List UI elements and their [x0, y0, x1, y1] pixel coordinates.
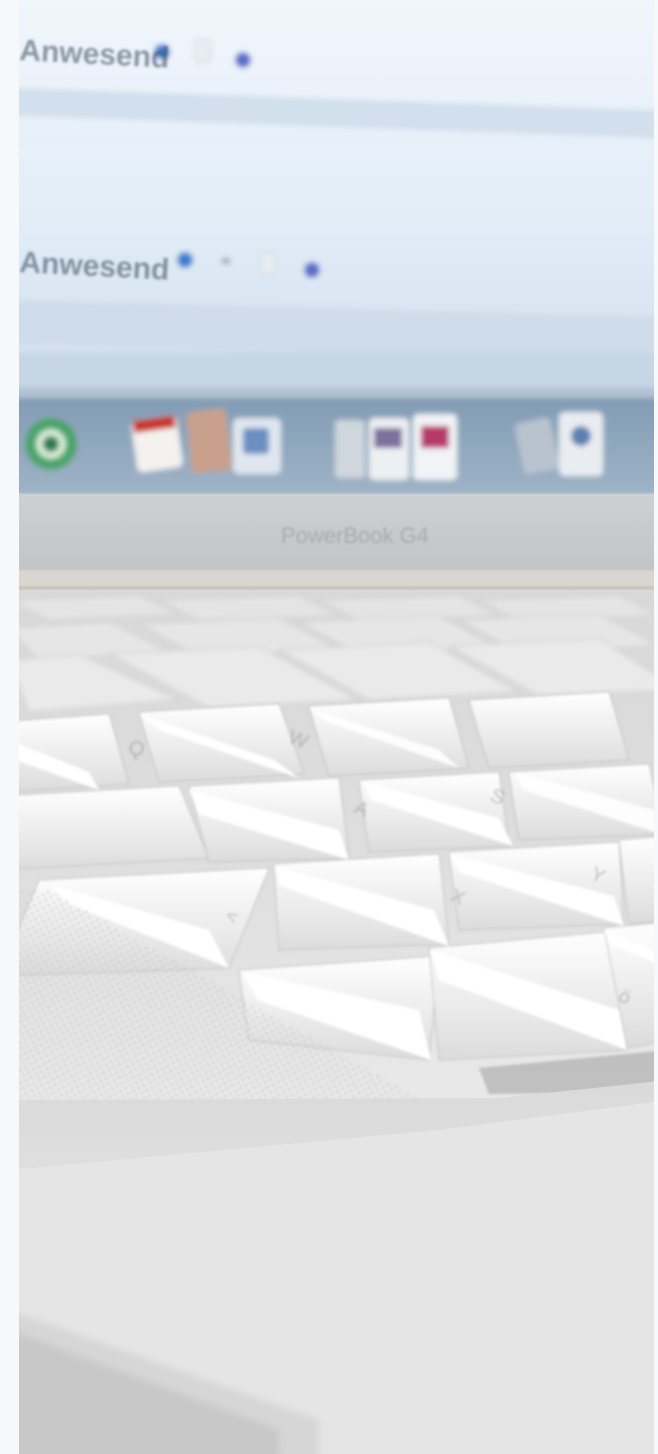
laptop-scene: Anwesend Anwesend PowerBook G4 Q W A S Y… — [19, 0, 654, 1454]
photo-frame: Anwesend Anwesend PowerBook G4 Q W A S Y… — [0, 0, 658, 1454]
palm-rest — [19, 1081, 654, 1454]
right-margin — [654, 0, 658, 1454]
left-margin — [0, 0, 19, 1454]
bezel: PowerBook G4 — [19, 494, 654, 594]
bezel-logo: PowerBook G4 — [281, 523, 429, 548]
laptop-photo: Anwesend Anwesend PowerBook G4 Q W A S Y… — [19, 0, 654, 1454]
dock — [19, 388, 654, 496]
